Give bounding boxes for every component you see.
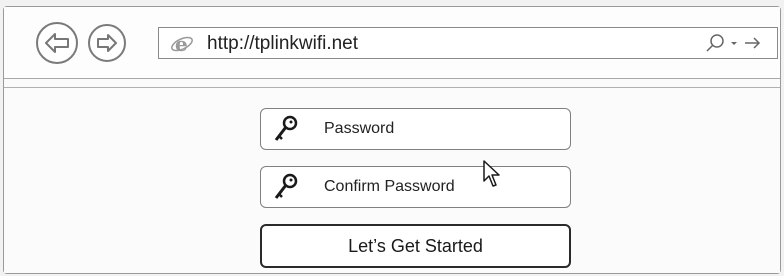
lets-get-started-button[interactable]: Let’s Get Started [260, 224, 571, 268]
back-arrow-icon [45, 33, 69, 53]
confirm-password-label: Confirm Password [324, 178, 455, 195]
forward-arrow-icon [97, 34, 117, 52]
browser-window: e http://tplinkwifi.net Password Confirm… [3, 6, 781, 274]
search-icon[interactable] [705, 33, 767, 53]
svg-text:e: e [175, 33, 188, 55]
mouse-pointer-icon [483, 160, 500, 187]
browser-toolbar: e http://tplinkwifi.net [4, 7, 780, 79]
ie-icon: e [171, 33, 193, 55]
page-content: Password Confirm Password Let’s Get Star… [4, 87, 780, 273]
confirm-password-field[interactable]: Confirm Password [260, 166, 571, 208]
key-icon [274, 115, 298, 141]
url-text: http://tplinkwifi.net [207, 33, 359, 54]
forward-button[interactable] [88, 24, 126, 62]
key-icon [274, 173, 298, 199]
password-label: Password [324, 120, 395, 137]
address-bar[interactable]: e http://tplinkwifi.net [158, 27, 778, 59]
password-field[interactable]: Password [260, 108, 571, 150]
back-button[interactable] [36, 22, 78, 64]
